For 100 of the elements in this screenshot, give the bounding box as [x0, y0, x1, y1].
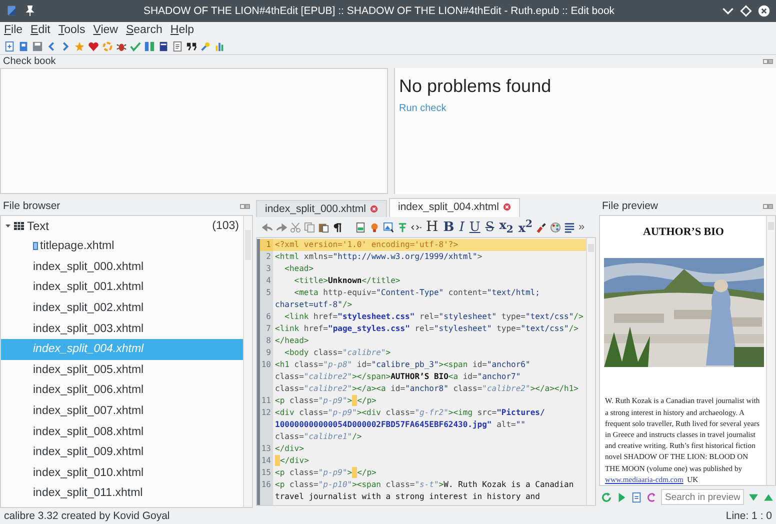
split-icon[interactable] [144, 40, 155, 52]
scrollbar[interactable] [586, 238, 595, 505]
file-name: index_split_008.xhtml [33, 426, 144, 438]
pin-icon[interactable] [200, 40, 211, 52]
scrollbar[interactable] [243, 216, 252, 507]
menu-item[interactable]: Tools [58, 24, 86, 36]
format-button[interactable]: I [458, 220, 466, 234]
scrollbar[interactable] [766, 216, 775, 485]
paste-icon[interactable] [318, 222, 329, 232]
redo-icon[interactable] [276, 222, 287, 232]
menu-item[interactable]: View [93, 24, 118, 36]
float-close-icon[interactable] [763, 204, 773, 208]
code-line: <meta http-equiv="Content-Type" content="text/html; [293, 287, 540, 299]
chevron-down-icon[interactable] [722, 5, 734, 17]
heart-icon[interactable] [88, 40, 99, 52]
code-line: 100000000000054D000002FBD57FA645EBF62430.jpg" alt="" [274, 419, 526, 431]
file-name: index_split_009.xhtml [33, 446, 144, 458]
code-line: <p class="p-p9"> </p> [274, 467, 376, 479]
format-button[interactable]: x$^{2}$ [517, 220, 534, 234]
format-button[interactable]: S [484, 220, 496, 234]
cut-icon[interactable] [290, 222, 301, 232]
file-name: index_split_011.xhtml [33, 487, 143, 500]
code-line: <h1 class="p-p8" id="calibre_pb_3"><span id="anchor6" [274, 359, 530, 371]
tree-item[interactable]: index_split_011.xhtml [1, 483, 243, 504]
bar-chart-icon[interactable] [214, 40, 225, 52]
space-mark [352, 467, 358, 478]
code-line: </head> [274, 335, 309, 347]
expand-arrow-icon[interactable] [5, 223, 11, 229]
line-number: 4 [265, 275, 272, 287]
next-arrow-icon[interactable] [748, 492, 759, 502]
play-icon[interactable] [616, 492, 627, 502]
save-icon[interactable] [32, 40, 43, 52]
previous-arrow-icon[interactable] [763, 492, 774, 502]
tree-item[interactable]: index_split_001.xhtml [1, 277, 243, 298]
close-icon[interactable] [758, 5, 770, 17]
new-document-icon[interactable] [4, 40, 15, 52]
file-name: index_split_002.xhtml [33, 302, 144, 314]
tree-item[interactable]: titlepage.xhtml [1, 236, 243, 257]
close-icon[interactable] [502, 203, 511, 211]
tree-item[interactable]: index_split_003.xhtml [1, 318, 243, 339]
grid-icon [14, 222, 24, 230]
document-icon[interactable] [18, 40, 29, 52]
diamond-icon[interactable] [740, 5, 752, 17]
pilcrow-icon[interactable] [332, 222, 343, 232]
float-close-icon[interactable] [240, 204, 250, 208]
format-button[interactable]: U [468, 220, 482, 234]
tree-item[interactable]: index_split_002.xhtml [1, 298, 243, 318]
format-button[interactable]: x$_{2}$ [498, 218, 514, 236]
tree-item[interactable]: index_split_006.xhtml [1, 380, 243, 401]
tree-item[interactable]: index_split_010.xhtml [1, 462, 243, 484]
folder-name[interactable]: Text [27, 219, 210, 233]
copy-icon[interactable] [304, 222, 315, 232]
refresh-icon[interactable] [601, 492, 612, 502]
document-icon[interactable] [631, 492, 642, 502]
menu-item[interactable]: File [4, 24, 23, 36]
brush-icon[interactable] [536, 222, 548, 232]
menu-item[interactable]: Help [170, 24, 194, 36]
tree-item[interactable]: index_split_009.xhtml [1, 442, 243, 463]
page-icon[interactable] [172, 40, 183, 52]
cover-page-icon [33, 242, 38, 250]
lightbulb-icon[interactable] [369, 222, 380, 232]
file-name: index_split_005.xhtml [33, 364, 144, 376]
tree-item[interactable]: index_split_005.xhtml [1, 360, 243, 380]
align-icon[interactable] [564, 222, 576, 232]
reload-icon[interactable] [646, 492, 657, 502]
file-name: index_split_000.xhtml [33, 260, 144, 273]
more-button[interactable]: » [578, 221, 585, 233]
page-heading: AUTHOR’S BIO [643, 226, 724, 238]
close-icon[interactable] [370, 205, 378, 213]
star-icon[interactable] [74, 40, 85, 52]
file-name: index_split_003.xhtml [33, 322, 144, 335]
quote-icon[interactable] [186, 40, 197, 52]
code-line: <link href="page_styles.css" rel="stylesheet" type="text/css"/> [274, 323, 578, 335]
cursor-position: Line: 1 : 0 [726, 510, 772, 522]
palette-icon[interactable] [550, 222, 562, 232]
code-line: class="calibre2"></span>AUTHOR’S BIO<a id="anchor7" [274, 371, 521, 383]
editor-tab[interactable]: index_split_004.xhtml [388, 198, 520, 217]
editor-tab[interactable]: index_split_000.xhtml [256, 200, 387, 217]
book-icon[interactable] [158, 40, 169, 52]
page-icon[interactable] [355, 222, 366, 232]
format-button[interactable]: H [425, 220, 440, 234]
line-number: 1 [260, 239, 273, 251]
pin-icon[interactable] [24, 5, 36, 17]
menu-item[interactable]: Search [126, 24, 162, 36]
tree-item[interactable]: index_split_000.xhtml [1, 256, 243, 278]
code-line: class="calibre2"></a><a id="anchor8" class="calibre2"></a></h1> [274, 383, 578, 395]
code-line: charset=utf-8"/> [274, 299, 352, 311]
tree-item[interactable]: index_split_007.xhtml [1, 400, 243, 422]
float-close-icon[interactable] [763, 59, 773, 64]
code-editor[interactable] [256, 237, 596, 506]
line-number: 7 [265, 323, 272, 335]
format-button[interactable]: B [442, 220, 456, 234]
line-number: 6 [265, 311, 272, 323]
check-icon[interactable] [130, 40, 141, 52]
code-line: travel journalist with a strong interest in history and [274, 491, 540, 503]
menu-item[interactable]: Edit [30, 24, 50, 36]
insert-image-icon[interactable] [383, 222, 394, 232]
tree-item[interactable]: index_split_008.xhtml [1, 421, 243, 442]
code-line: <head> [284, 263, 314, 275]
undo-icon[interactable] [262, 222, 273, 232]
